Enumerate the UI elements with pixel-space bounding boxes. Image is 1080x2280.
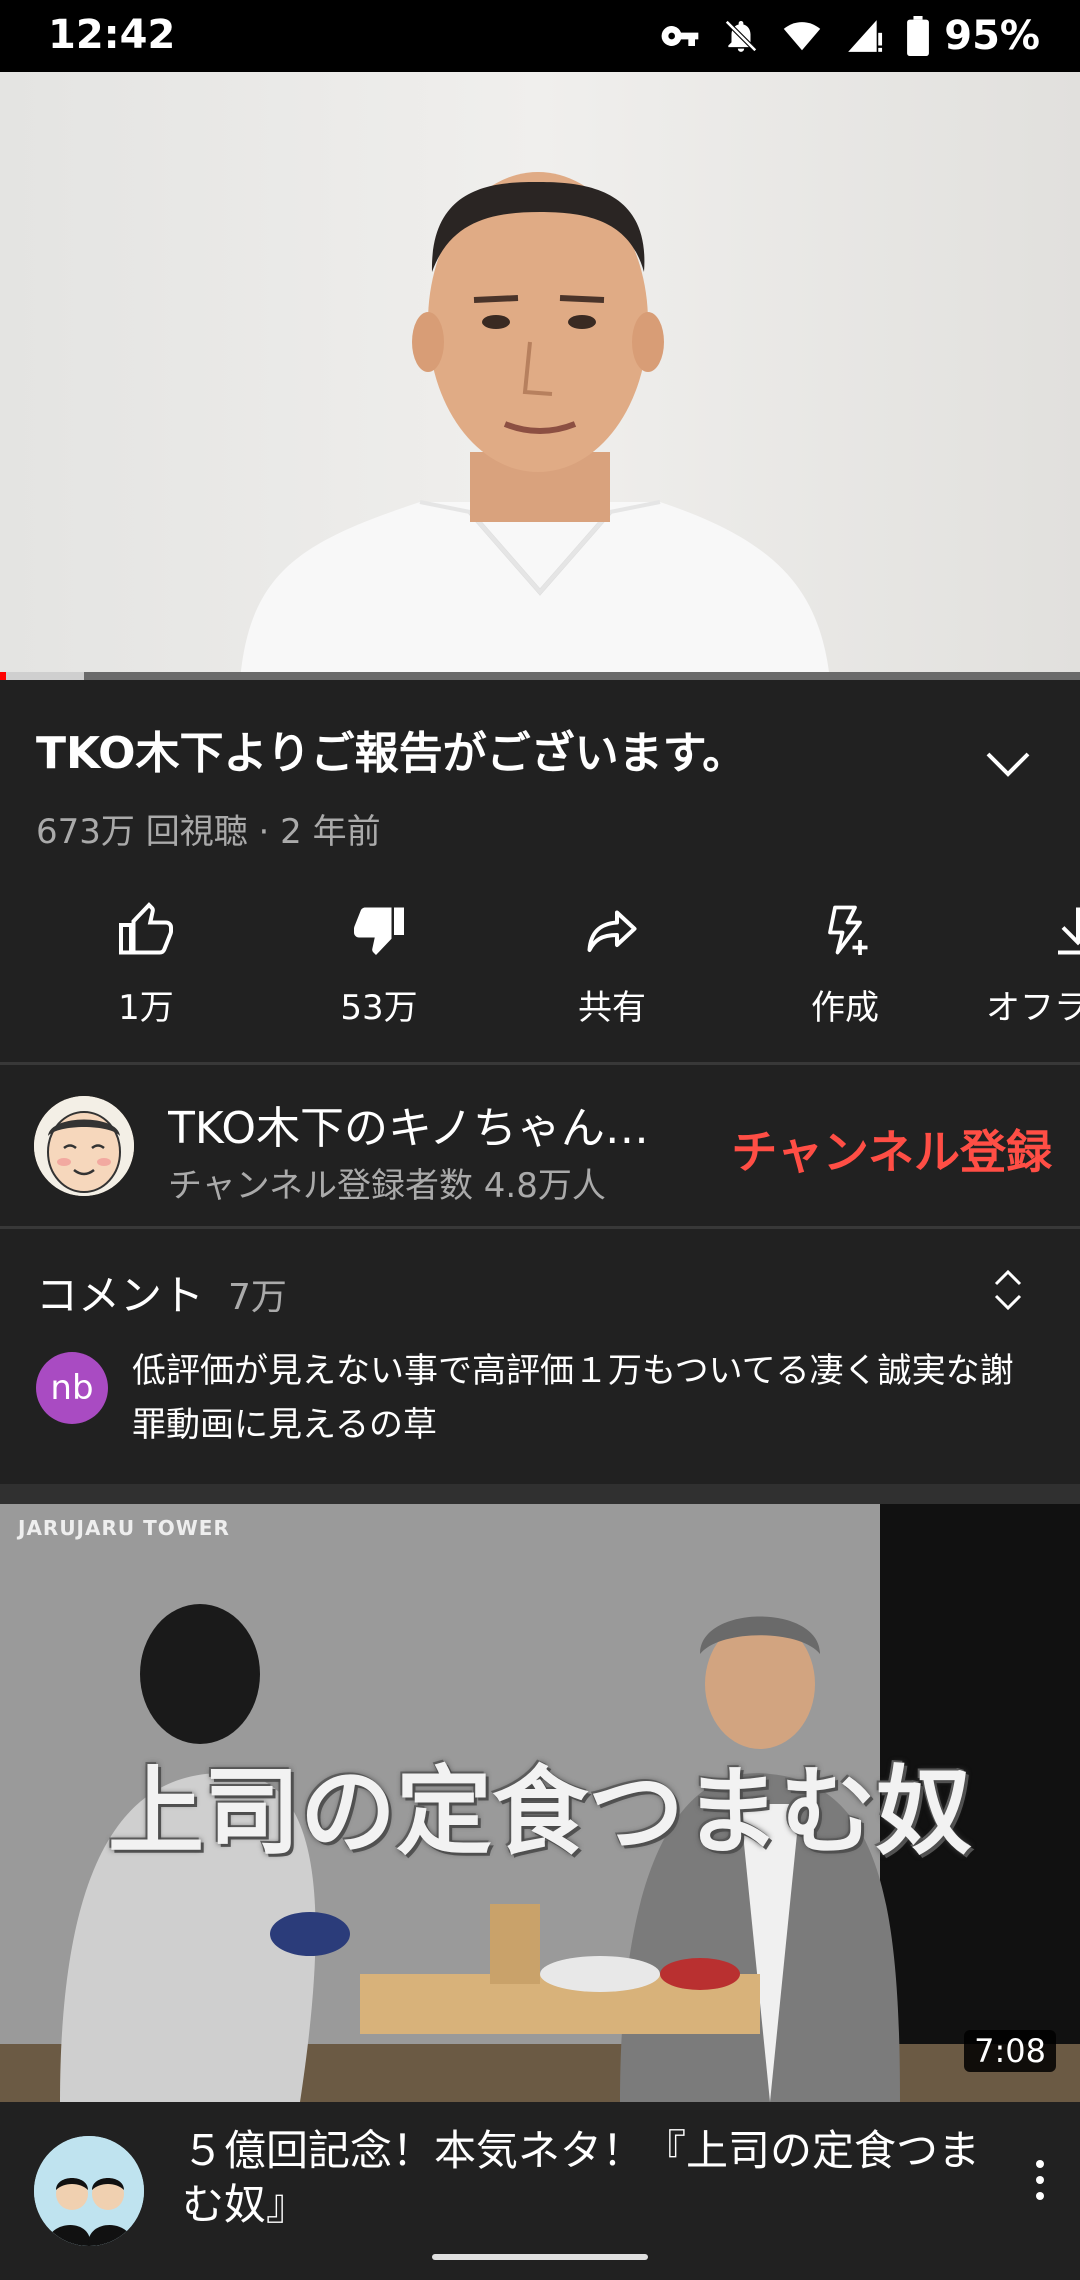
recommended-avatar-art (34, 2136, 144, 2246)
video-duration-badge: 7:08 (964, 2030, 1056, 2072)
like-button[interactable]: 1万 (46, 892, 246, 1032)
dislike-button[interactable]: 53万 (279, 892, 479, 1032)
recommended-channel-avatar[interactable] (34, 2136, 144, 2246)
section-separator (0, 1484, 1080, 1504)
more-vert-icon[interactable] (1028, 2150, 1052, 2210)
like-count: 1万 (118, 988, 174, 1028)
divider (0, 1062, 1080, 1065)
top-comment-text: 低評価が見えない事で高評価１万もついてる凄く誠実な謝罪動画に見えるの草 (132, 1351, 1014, 1445)
vpn-key-icon (661, 26, 699, 46)
dislike-count: 53万 (340, 988, 418, 1028)
channel-name[interactable]: TKO木下のキノちゃんねる (168, 1092, 678, 1156)
share-label: 共有 (578, 988, 646, 1028)
status-icons: 95% (660, 10, 1040, 62)
thumbnail-caption: 上司の定食つまむ奴 (108, 1756, 972, 1868)
recommended-video-title[interactable]: ５億回記念！本気ネタ！『上司の定食つまむ奴』 (182, 2124, 1002, 2232)
video-meta: 673万 回視聴 · 2 年前 (36, 812, 381, 852)
share-icon (587, 910, 637, 952)
create-button[interactable]: 作成 (745, 892, 945, 1032)
video-progress-bar[interactable] (0, 672, 1080, 680)
thumbs-down-filled-icon (354, 907, 404, 955)
channel-avatar[interactable] (34, 1096, 134, 1196)
video-frame (0, 72, 1080, 680)
cellular-signal-icon (848, 20, 883, 52)
share-button[interactable]: 共有 (512, 892, 712, 1032)
status-time: 12:42 (48, 12, 176, 58)
video-player[interactable] (0, 72, 1080, 680)
comments-count: 7万 (228, 1277, 287, 1318)
thumbnail-logo: JARUJARU TOWER (18, 1516, 230, 1540)
channel-subscribers: チャンネル登録者数 4.8万人 (168, 1166, 606, 1206)
download-icon (1058, 907, 1080, 955)
channel-avatar-face (34, 1096, 134, 1196)
chevron-down-icon[interactable] (980, 740, 1036, 788)
progress-buffered (0, 672, 85, 680)
create-icon (828, 905, 868, 955)
thumbs-up-icon (119, 902, 173, 955)
divider (0, 1226, 1080, 1229)
recommended-thumbnail[interactable]: JARUJARU TOWER 上司の定食つまむ奴 7:08 (0, 1504, 1080, 2102)
create-label: 作成 (811, 988, 879, 1028)
subscribe-button[interactable]: チャンネル登録 (700, 1116, 1052, 1182)
commenter-avatar: nb (36, 1352, 108, 1424)
battery-percent: 95% (944, 13, 1040, 59)
comments-header: コメント (36, 1271, 205, 1320)
battery-icon (907, 16, 930, 56)
video-title[interactable]: TKO木下よりご報告がございます。 (36, 726, 956, 782)
action-bar: 1万 53万 共有 作成 オフライン (0, 892, 1080, 1032)
download-button[interactable]: オフライン (978, 892, 1080, 1032)
expand-collapse-icon[interactable] (988, 1266, 1028, 1314)
notifications-off-icon (725, 20, 758, 52)
home-indicator[interactable] (432, 2254, 648, 2260)
status-bar: 12:42 95% (0, 0, 1080, 72)
wifi-icon (784, 22, 821, 51)
download-label: オフライン (986, 988, 1080, 1028)
progress-played (0, 672, 7, 680)
